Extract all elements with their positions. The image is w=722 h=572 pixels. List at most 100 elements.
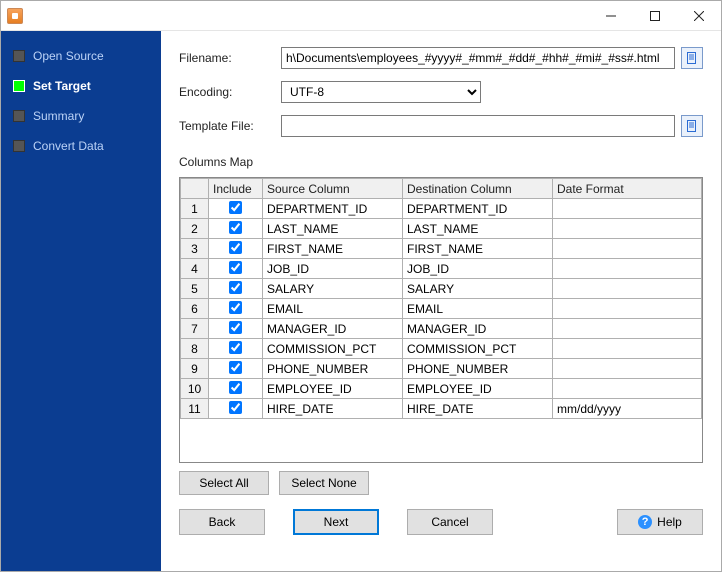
template-browse-button[interactable] <box>681 115 703 137</box>
back-button[interactable]: Back <box>179 509 265 535</box>
source-column-cell[interactable]: DEPARTMENT_ID <box>263 199 403 219</box>
source-column-cell[interactable]: EMPLOYEE_ID <box>263 379 403 399</box>
date-format-cell[interactable] <box>553 319 702 339</box>
destination-column-cell[interactable]: EMPLOYEE_ID <box>403 379 553 399</box>
date-format-cell[interactable] <box>553 379 702 399</box>
date-format-cell[interactable] <box>553 259 702 279</box>
date-format-cell[interactable] <box>553 239 702 259</box>
include-checkbox[interactable] <box>229 361 242 374</box>
table-row[interactable]: 6 EMAILEMAIL <box>181 299 702 319</box>
row-number: 3 <box>181 239 209 259</box>
include-checkbox[interactable] <box>229 241 242 254</box>
document-icon <box>686 52 698 64</box>
destination-column-header[interactable]: Destination Column <box>403 179 553 199</box>
include-checkbox[interactable] <box>229 401 242 414</box>
table-row[interactable]: 9 PHONE_NUMBERPHONE_NUMBER <box>181 359 702 379</box>
cancel-button[interactable]: Cancel <box>407 509 493 535</box>
next-button[interactable]: Next <box>293 509 379 535</box>
destination-column-cell[interactable]: EMAIL <box>403 299 553 319</box>
encoding-select[interactable]: UTF-8 <box>281 81 481 103</box>
template-label: Template File: <box>179 119 275 133</box>
source-column-cell[interactable]: EMAIL <box>263 299 403 319</box>
destination-column-cell[interactable]: LAST_NAME <box>403 219 553 239</box>
filename-browse-button[interactable] <box>681 47 703 69</box>
source-column-cell[interactable]: JOB_ID <box>263 259 403 279</box>
table-row[interactable]: 4 JOB_IDJOB_ID <box>181 259 702 279</box>
select-none-button[interactable]: Select None <box>279 471 369 495</box>
include-checkbox[interactable] <box>229 301 242 314</box>
destination-column-cell[interactable]: COMMISSION_PCT <box>403 339 553 359</box>
maximize-button[interactable] <box>633 1 677 31</box>
help-button[interactable]: ? Help <box>617 509 703 535</box>
columns-map-table: Include Source Column Destination Column… <box>179 177 703 463</box>
filename-input[interactable] <box>281 47 675 69</box>
table-row[interactable]: 7MANAGER_IDMANAGER_ID <box>181 319 702 339</box>
include-checkbox[interactable] <box>229 341 242 354</box>
date-format-cell[interactable] <box>553 299 702 319</box>
table-row[interactable]: 8 COMMISSION_PCTCOMMISSION_PCT <box>181 339 702 359</box>
destination-column-cell[interactable]: MANAGER_ID <box>403 319 553 339</box>
date-format-header[interactable]: Date Format <box>553 179 702 199</box>
main-panel: Filename: Encoding: UTF-8 Template File: <box>161 31 721 571</box>
source-column-header[interactable]: Source Column <box>263 179 403 199</box>
table-row[interactable]: 1 DEPARTMENT_IDDEPARTMENT_ID <box>181 199 702 219</box>
date-format-cell[interactable] <box>553 199 702 219</box>
row-number: 1 <box>181 199 209 219</box>
table-row[interactable]: 2 LAST_NAMELAST_NAME <box>181 219 702 239</box>
row-number: 11 <box>181 399 209 419</box>
step-set-target[interactable]: Set Target <box>13 79 161 93</box>
destination-column-cell[interactable]: FIRST_NAME <box>403 239 553 259</box>
row-number: 4 <box>181 259 209 279</box>
row-number: 2 <box>181 219 209 239</box>
select-all-button[interactable]: Select All <box>179 471 269 495</box>
date-format-cell[interactable] <box>553 219 702 239</box>
destination-column-cell[interactable]: DEPARTMENT_ID <box>403 199 553 219</box>
source-column-cell[interactable]: FIRST_NAME <box>263 239 403 259</box>
destination-column-cell[interactable]: SALARY <box>403 279 553 299</box>
wizard-steps-sidebar: Open Source Set Target Summary Convert D… <box>1 31 161 571</box>
row-number: 6 <box>181 299 209 319</box>
close-button[interactable] <box>677 1 721 31</box>
template-input[interactable] <box>281 115 675 137</box>
filename-label: Filename: <box>179 51 275 65</box>
step-label: Open Source <box>33 49 104 63</box>
source-column-cell[interactable]: HIRE_DATE <box>263 399 403 419</box>
step-label: Convert Data <box>33 139 104 153</box>
row-number: 8 <box>181 339 209 359</box>
minimize-button[interactable] <box>589 1 633 31</box>
step-label: Summary <box>33 109 84 123</box>
source-column-cell[interactable]: COMMISSION_PCT <box>263 339 403 359</box>
row-number: 10 <box>181 379 209 399</box>
step-summary[interactable]: Summary <box>13 109 161 123</box>
date-format-cell[interactable] <box>553 339 702 359</box>
destination-column-cell[interactable]: PHONE_NUMBER <box>403 359 553 379</box>
table-row[interactable]: 11HIRE_DATEHIRE_DATEmm/dd/yyyy <box>181 399 702 419</box>
include-checkbox[interactable] <box>229 221 242 234</box>
date-format-cell[interactable]: mm/dd/yyyy <box>553 399 702 419</box>
table-row[interactable]: 5 SALARYSALARY <box>181 279 702 299</box>
source-column-cell[interactable]: MANAGER_ID <box>263 319 403 339</box>
table-row[interactable]: 3 FIRST_NAMEFIRST_NAME <box>181 239 702 259</box>
destination-column-cell[interactable]: HIRE_DATE <box>403 399 553 419</box>
source-column-cell[interactable]: PHONE_NUMBER <box>263 359 403 379</box>
date-format-cell[interactable] <box>553 279 702 299</box>
row-number: 5 <box>181 279 209 299</box>
source-column-cell[interactable]: SALARY <box>263 279 403 299</box>
include-header[interactable]: Include <box>209 179 263 199</box>
step-bullet-icon <box>13 140 25 152</box>
include-checkbox[interactable] <box>229 261 242 274</box>
include-checkbox[interactable] <box>229 321 242 334</box>
include-checkbox[interactable] <box>229 381 242 394</box>
row-number: 9 <box>181 359 209 379</box>
include-checkbox[interactable] <box>229 201 242 214</box>
step-open-source[interactable]: Open Source <box>13 49 161 63</box>
step-bullet-icon <box>13 110 25 122</box>
source-column-cell[interactable]: LAST_NAME <box>263 219 403 239</box>
include-checkbox[interactable] <box>229 281 242 294</box>
step-convert-data[interactable]: Convert Data <box>13 139 161 153</box>
destination-column-cell[interactable]: JOB_ID <box>403 259 553 279</box>
date-format-cell[interactable] <box>553 359 702 379</box>
columns-map-label: Columns Map <box>179 155 703 169</box>
table-row[interactable]: 10 EMPLOYEE_IDEMPLOYEE_ID <box>181 379 702 399</box>
help-icon: ? <box>638 515 652 529</box>
